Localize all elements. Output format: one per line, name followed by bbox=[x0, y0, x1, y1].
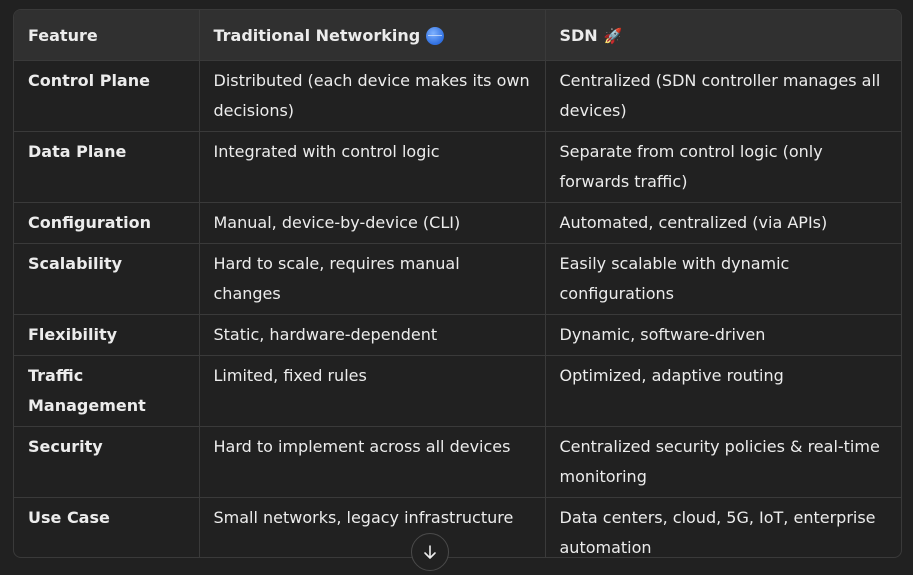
scroll-down-button[interactable] bbox=[411, 533, 449, 571]
traditional-cell: Integrated with control logic bbox=[198, 131, 545, 203]
table-row: Traffic Management Limited, fixed rules Op… bbox=[14, 355, 901, 427]
sdn-cell: Optimized, adaptive routing bbox=[544, 355, 901, 427]
header-feature-label: Feature bbox=[28, 25, 98, 45]
traditional-cell: Hard to implement across all devices bbox=[198, 426, 545, 498]
feature-cell: Scalability bbox=[14, 243, 199, 315]
comparison-table-container: Feature Traditional Networking SDN 🚀 Cont… bbox=[13, 9, 902, 558]
traditional-cell: Hard to scale, requires manual changes bbox=[198, 243, 545, 315]
table-row: Scalability Hard to scale, requires manua… bbox=[14, 243, 901, 315]
sdn-cell: Easily scalable with dynamic configurati… bbox=[544, 243, 901, 315]
sdn-cell: Separate from control logic (only forwar… bbox=[544, 131, 901, 203]
sdn-cell: Centralized (SDN controller manages all … bbox=[544, 60, 901, 132]
feature-cell: Data Plane bbox=[14, 131, 199, 203]
globe-icon bbox=[426, 27, 445, 45]
feature-cell: Security bbox=[14, 426, 199, 498]
feature-cell: Traffic Management bbox=[14, 355, 199, 427]
rocket-icon: 🚀 bbox=[603, 26, 623, 45]
header-traditional-networking: Traditional Networking bbox=[198, 10, 545, 61]
traditional-cell: Manual, device-by-device (CLI) bbox=[198, 202, 545, 244]
table-row: Data Plane Integrated with control logic S… bbox=[14, 131, 901, 203]
feature-cell: Use Case bbox=[28, 508, 110, 527]
traditional-cell: Static, hardware-dependent bbox=[198, 314, 545, 356]
header-feature: Feature bbox=[14, 10, 199, 61]
header-row: Feature Traditional Networking SDN 🚀 bbox=[14, 10, 901, 61]
table-row: Flexibility Static, hardware-dependent Dyn… bbox=[14, 314, 901, 356]
header-traditional-label: Traditional Networking bbox=[213, 25, 421, 45]
feature-cell: Flexibility bbox=[14, 314, 199, 356]
header-sdn: SDN 🚀 bbox=[544, 10, 901, 61]
traditional-cell: Distributed (each device makes its own d… bbox=[198, 60, 545, 132]
feature-cell: Control Plane bbox=[14, 60, 199, 132]
table-body: Control Plane Distributed (each device ma… bbox=[14, 60, 901, 557]
sdn-cell: Dynamic, software-driven bbox=[544, 314, 901, 356]
sdn-cell: Centralized security policies & real-tim… bbox=[544, 426, 901, 498]
feature-cell: Configuration bbox=[14, 202, 199, 244]
table-row: Use Case Small networks, legacy infrastru… bbox=[14, 497, 901, 557]
comparison-table: Feature Traditional Networking SDN 🚀 Cont… bbox=[14, 10, 901, 557]
sdn-cell: Data centers, cloud, 5G, IoT, enterprise… bbox=[544, 497, 901, 557]
table-row: Control Plane Distributed (each device ma… bbox=[14, 60, 901, 132]
header-sdn-label: SDN bbox=[559, 25, 598, 45]
traditional-cell: Small networks, legacy infrastructure bbox=[198, 497, 545, 557]
table-header: Feature Traditional Networking SDN 🚀 bbox=[14, 10, 901, 61]
table-row: Security Hard to implement across all dev… bbox=[14, 426, 901, 498]
arrow-down-icon bbox=[424, 545, 436, 559]
traditional-cell: Limited, fixed rules bbox=[198, 355, 545, 427]
table-row: Configuration Manual, device-by-device (C… bbox=[14, 202, 901, 244]
sdn-cell: Automated, centralized (via APIs) bbox=[544, 202, 901, 244]
